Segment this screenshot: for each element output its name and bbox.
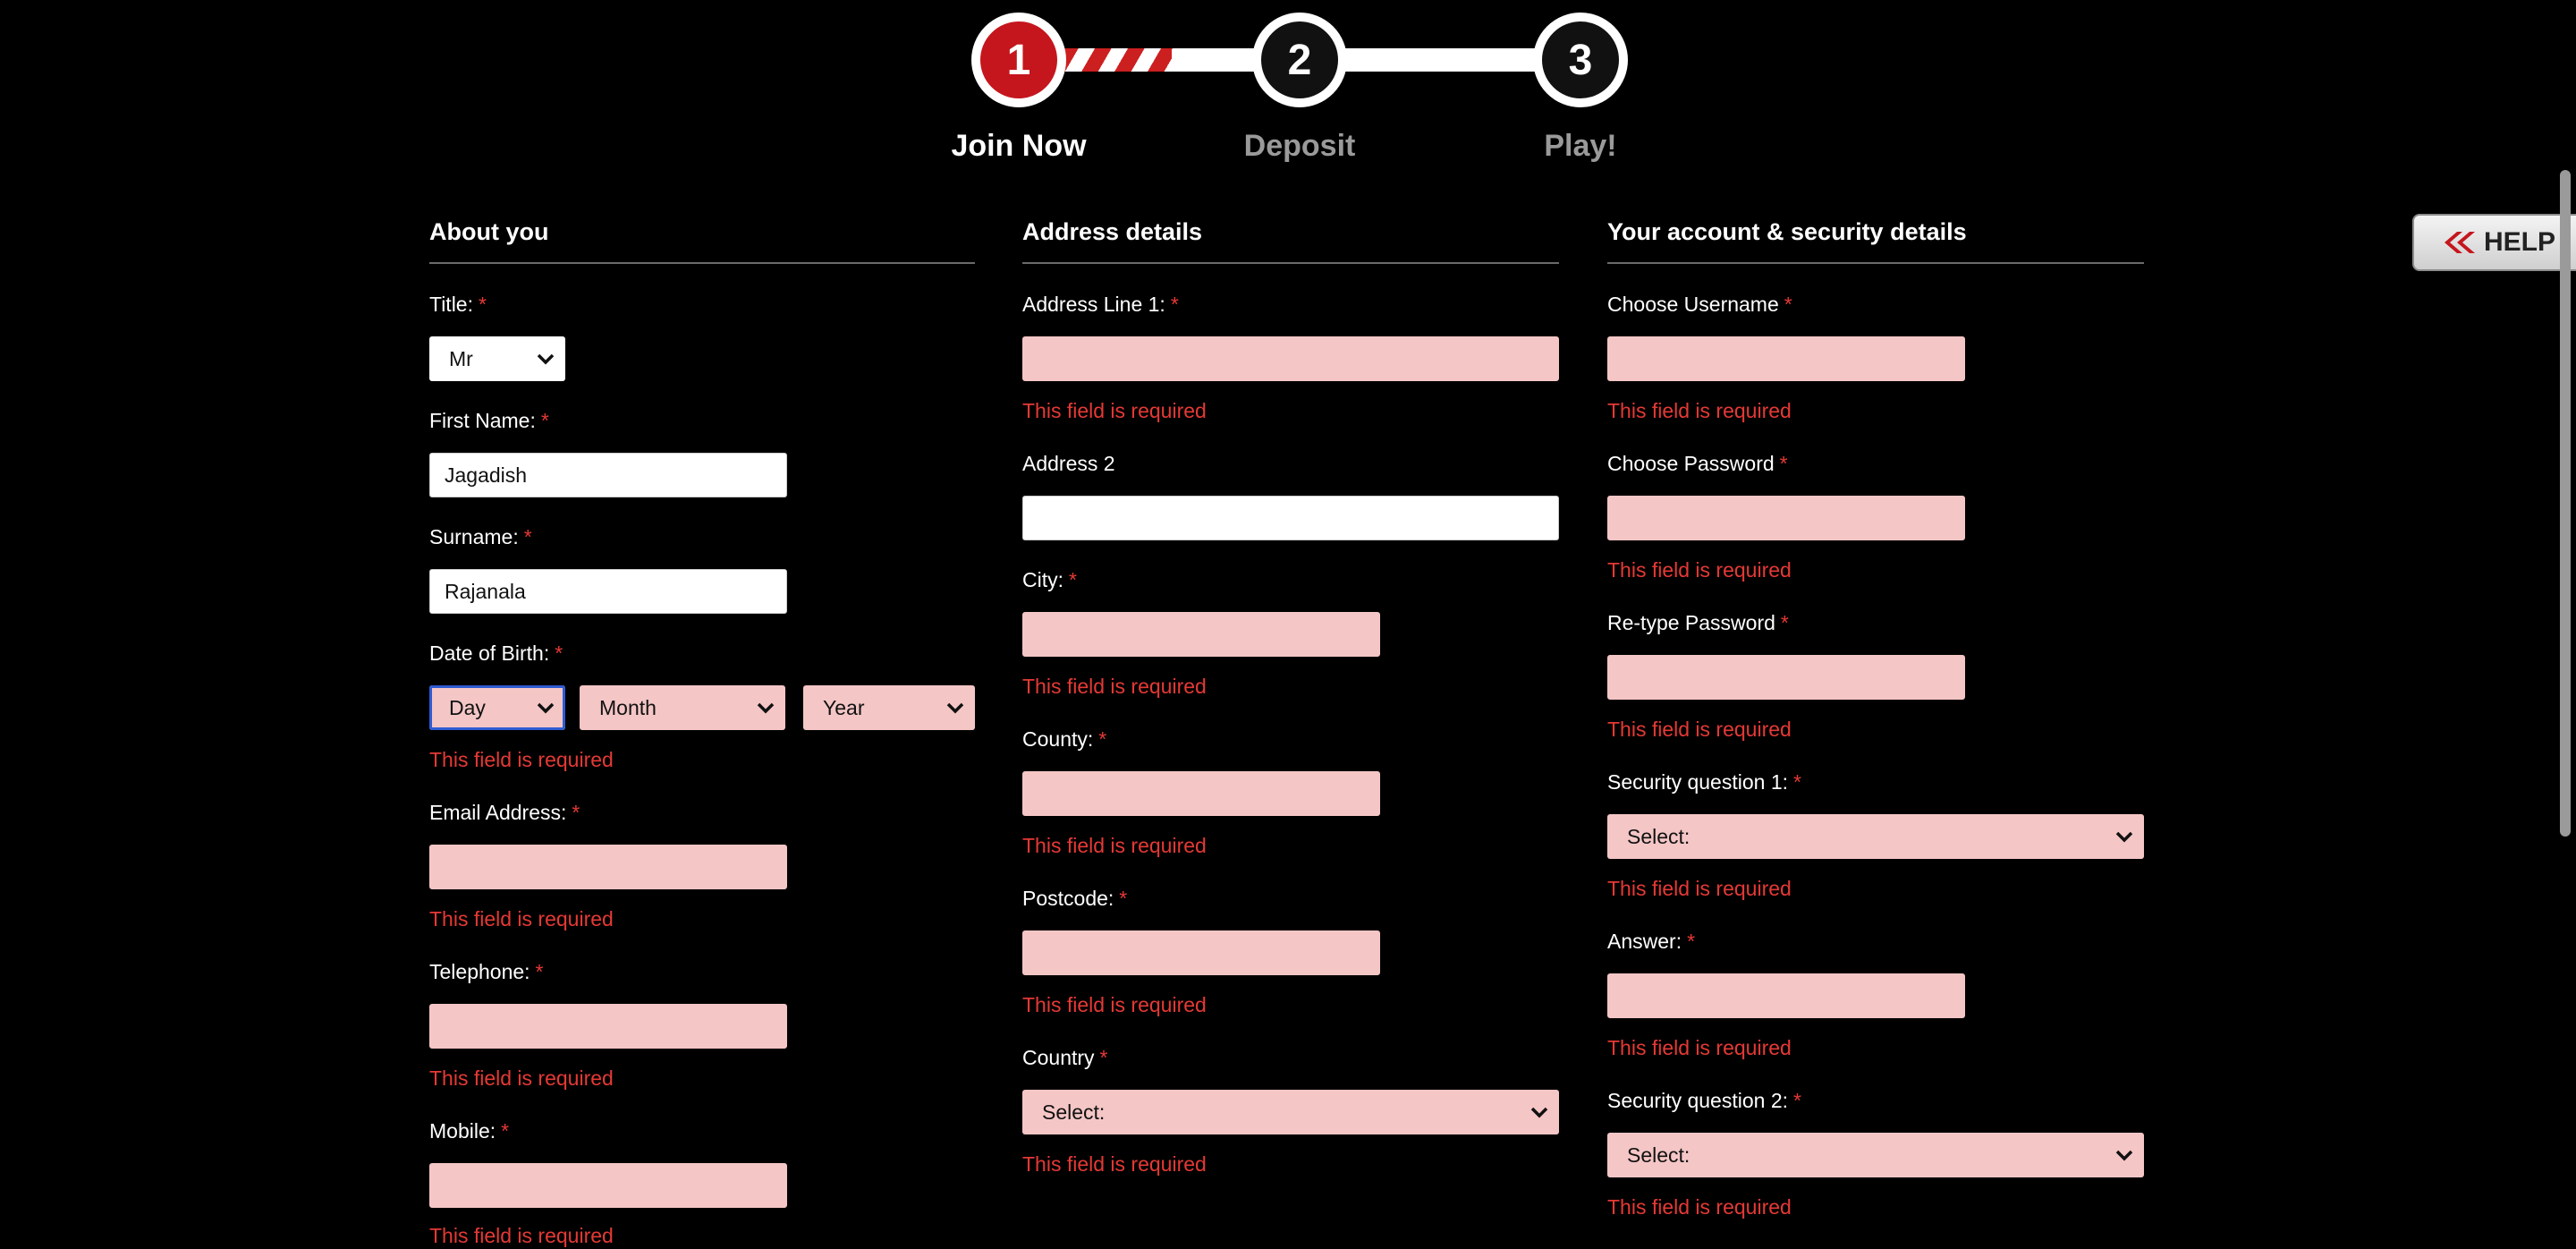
- chevron-down-icon: [2115, 1150, 2133, 1161]
- progress-track-completed: [1046, 48, 1181, 72]
- password-label: Choose Password *: [1607, 452, 1788, 475]
- answer-label: Answer: *: [1607, 930, 1696, 953]
- mobile-label: Mobile: *: [429, 1119, 510, 1143]
- county-error: This field is required: [1022, 834, 1207, 857]
- page-scrollbar[interactable]: [2560, 170, 2571, 837]
- retype-password-error: This field is required: [1607, 718, 1792, 741]
- telephone-error: This field is required: [429, 1066, 614, 1090]
- address-divider: [1022, 262, 1559, 264]
- double-chevron-left-icon: [2445, 232, 2475, 253]
- address-title: Address details: [1022, 218, 1203, 245]
- retype-password-label: Re-type Password *: [1607, 611, 1789, 634]
- country-label: Country *: [1022, 1046, 1108, 1069]
- dob-label: Date of Birth: *: [429, 641, 564, 665]
- security-question-2-label: Security question 2: *: [1607, 1089, 1801, 1112]
- step-3-circle: 3: [1533, 13, 1628, 107]
- about-you-title: About you: [429, 218, 549, 245]
- county-input[interactable]: [1022, 771, 1380, 816]
- dob-error: This field is required: [429, 748, 614, 771]
- surname-label: Surname: *: [429, 525, 532, 548]
- step-2-number: 2: [1287, 36, 1312, 84]
- city-label: City: *: [1022, 568, 1077, 591]
- step-1-label: Join Now: [951, 129, 1087, 163]
- postcode-input[interactable]: [1022, 930, 1380, 975]
- answer-input[interactable]: [1607, 973, 1965, 1018]
- postcode-label: Postcode: *: [1022, 887, 1128, 910]
- chevron-down-icon: [946, 702, 964, 714]
- help-label: HELP: [2484, 227, 2556, 257]
- email-error: This field is required: [429, 907, 614, 930]
- dob-day-value: Day: [449, 695, 486, 719]
- username-error: This field is required: [1607, 399, 1792, 422]
- county-label: County: *: [1022, 727, 1107, 751]
- title-select[interactable]: Mr: [429, 336, 565, 381]
- chevron-down-icon: [537, 353, 555, 365]
- title-select-value: Mr: [449, 346, 473, 370]
- username-label: Choose Username *: [1607, 293, 1792, 316]
- dob-day-select[interactable]: Day: [429, 685, 565, 730]
- city-error: This field is required: [1022, 675, 1207, 698]
- postcode-error: This field is required: [1022, 993, 1207, 1016]
- country-select[interactable]: Select:: [1022, 1090, 1559, 1134]
- chevron-down-icon: [2115, 831, 2133, 843]
- first-name-input[interactable]: [429, 453, 787, 497]
- password-input[interactable]: [1607, 496, 1965, 540]
- about-you-divider: [429, 262, 975, 264]
- dob-month-value: Month: [599, 695, 657, 719]
- title-label: Title: *: [429, 293, 487, 316]
- address-line2-input[interactable]: [1022, 496, 1559, 540]
- first-name-label: First Name: *: [429, 409, 549, 432]
- dob-year-value: Year: [823, 695, 865, 719]
- security-question-2-select[interactable]: Select:: [1607, 1133, 2144, 1177]
- mobile-error: This field is required: [429, 1224, 614, 1247]
- step-1-number: 1: [1006, 36, 1031, 84]
- dob-year-select[interactable]: Year: [803, 685, 975, 730]
- security-question-1-value: Select:: [1627, 824, 1690, 848]
- account-divider: [1607, 262, 2144, 264]
- city-input[interactable]: [1022, 612, 1380, 657]
- step-3-label: Play!: [1544, 129, 1617, 163]
- dob-month-select[interactable]: Month: [580, 685, 785, 730]
- country-select-value: Select:: [1042, 1100, 1106, 1124]
- email-input[interactable]: [429, 845, 787, 889]
- step-3-number: 3: [1568, 36, 1593, 84]
- username-input[interactable]: [1607, 336, 1965, 381]
- security-question-1-label: Security question 1: *: [1607, 770, 1801, 794]
- security-question-2-error: This field is required: [1607, 1195, 1792, 1219]
- mobile-input[interactable]: [429, 1163, 787, 1208]
- chevron-down-icon: [757, 702, 775, 714]
- answer-error: This field is required: [1607, 1036, 1792, 1059]
- retype-password-input[interactable]: [1607, 655, 1965, 700]
- surname-input[interactable]: [429, 569, 787, 614]
- step-2-circle: 2: [1252, 13, 1347, 107]
- telephone-label: Telephone: *: [429, 960, 544, 983]
- address-line1-input[interactable]: [1022, 336, 1559, 381]
- step-1-circle: 1: [971, 13, 1066, 107]
- email-label: Email Address: *: [429, 801, 580, 824]
- address-line1-error: This field is required: [1022, 399, 1207, 422]
- address-line2-label: Address 2: [1022, 452, 1115, 475]
- chevron-down-icon: [537, 702, 555, 714]
- security-question-1-error: This field is required: [1607, 877, 1792, 900]
- security-question-2-value: Select:: [1627, 1143, 1690, 1167]
- account-title: Your account & security details: [1607, 218, 1967, 245]
- help-button[interactable]: HELP: [2412, 214, 2576, 271]
- password-error: This field is required: [1607, 558, 1792, 582]
- security-question-1-select[interactable]: Select:: [1607, 814, 2144, 859]
- telephone-input[interactable]: [429, 1004, 787, 1049]
- country-error: This field is required: [1022, 1152, 1207, 1176]
- step-2-label: Deposit: [1243, 129, 1356, 163]
- chevron-down-icon: [1530, 1107, 1548, 1118]
- address-line1-label: Address Line 1: *: [1022, 293, 1179, 316]
